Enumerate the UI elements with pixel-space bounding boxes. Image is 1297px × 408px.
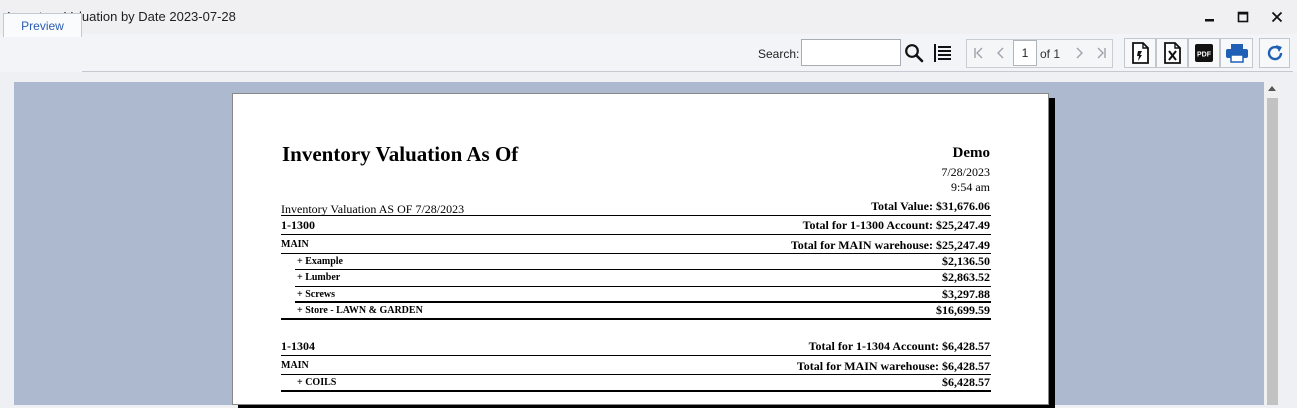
svg-text:PDF: PDF xyxy=(1197,52,1212,59)
list-item: + COILS xyxy=(297,377,337,388)
account-total: Total for 1-1304 Account: $6,428.57 xyxy=(808,339,990,353)
export-excel-button[interactable] xyxy=(1156,38,1188,68)
divider xyxy=(295,269,991,270)
next-page-button[interactable] xyxy=(1069,40,1089,66)
divider xyxy=(281,234,991,235)
report-date: 7/28/2023 xyxy=(941,165,990,179)
warehouse-total: Total for MAIN warehouse: $6,428.57 xyxy=(796,359,990,373)
divider xyxy=(281,390,991,392)
item-value: $6,428.57 xyxy=(942,375,990,389)
total-value: Total Value: $31,676.06 xyxy=(871,199,990,213)
scroll-up-icon[interactable] xyxy=(1268,86,1276,91)
vertical-scrollbar[interactable] xyxy=(1265,82,1280,405)
warehouse-total: Total for MAIN warehouse: $25,247.49 xyxy=(790,238,990,252)
close-icon xyxy=(1271,11,1283,23)
divider xyxy=(281,355,991,356)
scrollbar-thumb[interactable] xyxy=(1267,98,1278,405)
list-item: + Example xyxy=(297,256,343,267)
divider xyxy=(295,286,991,287)
warehouse-name: MAIN xyxy=(281,239,309,250)
refresh-icon xyxy=(1267,45,1282,61)
close-button[interactable] xyxy=(1260,4,1294,30)
report-title: Inventory Valuation As Of xyxy=(282,142,519,166)
tab-preview[interactable]: Preview xyxy=(3,13,82,37)
item-value: $2,863.52 xyxy=(942,270,990,284)
print-icon xyxy=(1225,44,1248,63)
search-button[interactable] xyxy=(901,40,927,66)
item-value: $3,297.88 xyxy=(942,287,990,301)
report-page: Inventory Valuation As Of Demo 7/28/2023… xyxy=(232,93,1049,405)
account-number: 1-1304 xyxy=(281,339,315,353)
page-count: of 1 xyxy=(1040,47,1061,61)
pdf-export-icon: PDF xyxy=(1195,44,1213,62)
list-item: + Screws xyxy=(297,289,336,300)
divider xyxy=(281,374,991,375)
divider xyxy=(295,301,991,303)
divider xyxy=(281,253,991,254)
divider xyxy=(281,215,991,216)
refresh-button[interactable] xyxy=(1259,38,1290,68)
last-page-button[interactable] xyxy=(1091,40,1111,66)
account-number: 1-1300 xyxy=(281,218,315,232)
search-options-button[interactable] xyxy=(929,40,957,66)
warehouse-name: MAIN xyxy=(281,360,309,371)
page-number-input[interactable]: 1 xyxy=(1013,40,1037,66)
last-page-icon xyxy=(1097,47,1106,59)
account-total: Total for 1-1300 Account: $25,247.49 xyxy=(802,218,990,232)
excel-export-icon xyxy=(1164,42,1181,64)
list-item: + Lumber xyxy=(297,272,341,283)
report-time: 9:54 am xyxy=(951,180,990,194)
chevron-left-icon xyxy=(997,47,1004,59)
first-page-icon xyxy=(974,47,983,59)
first-page-button[interactable] xyxy=(969,40,989,66)
company-name: Demo xyxy=(952,145,991,161)
minimize-icon xyxy=(1205,19,1214,22)
search-input[interactable] xyxy=(801,39,901,66)
divider xyxy=(281,318,991,320)
chevron-right-icon xyxy=(1076,47,1083,59)
maximize-button[interactable] xyxy=(1226,4,1260,30)
search-label: Search: xyxy=(758,47,800,61)
title-bar: Inventory Valuation by Date 2023-07-28 xyxy=(0,0,1297,34)
print-button[interactable] xyxy=(1220,38,1253,68)
rtf-export-icon xyxy=(1132,42,1149,64)
tab-divider xyxy=(82,71,1293,72)
list-item: + Store - LAWN & GARDEN xyxy=(297,305,423,316)
search-icon xyxy=(905,44,924,63)
previous-page-button[interactable] xyxy=(991,40,1011,66)
item-value: $16,699.59 xyxy=(936,303,990,317)
item-value: $2,136.50 xyxy=(942,254,990,268)
maximize-icon xyxy=(1237,11,1249,23)
search-list-icon xyxy=(934,44,951,62)
export-pdf-button[interactable]: PDF xyxy=(1188,38,1220,68)
minimize-button[interactable] xyxy=(1193,4,1227,30)
export-rtf-button[interactable] xyxy=(1124,38,1156,68)
